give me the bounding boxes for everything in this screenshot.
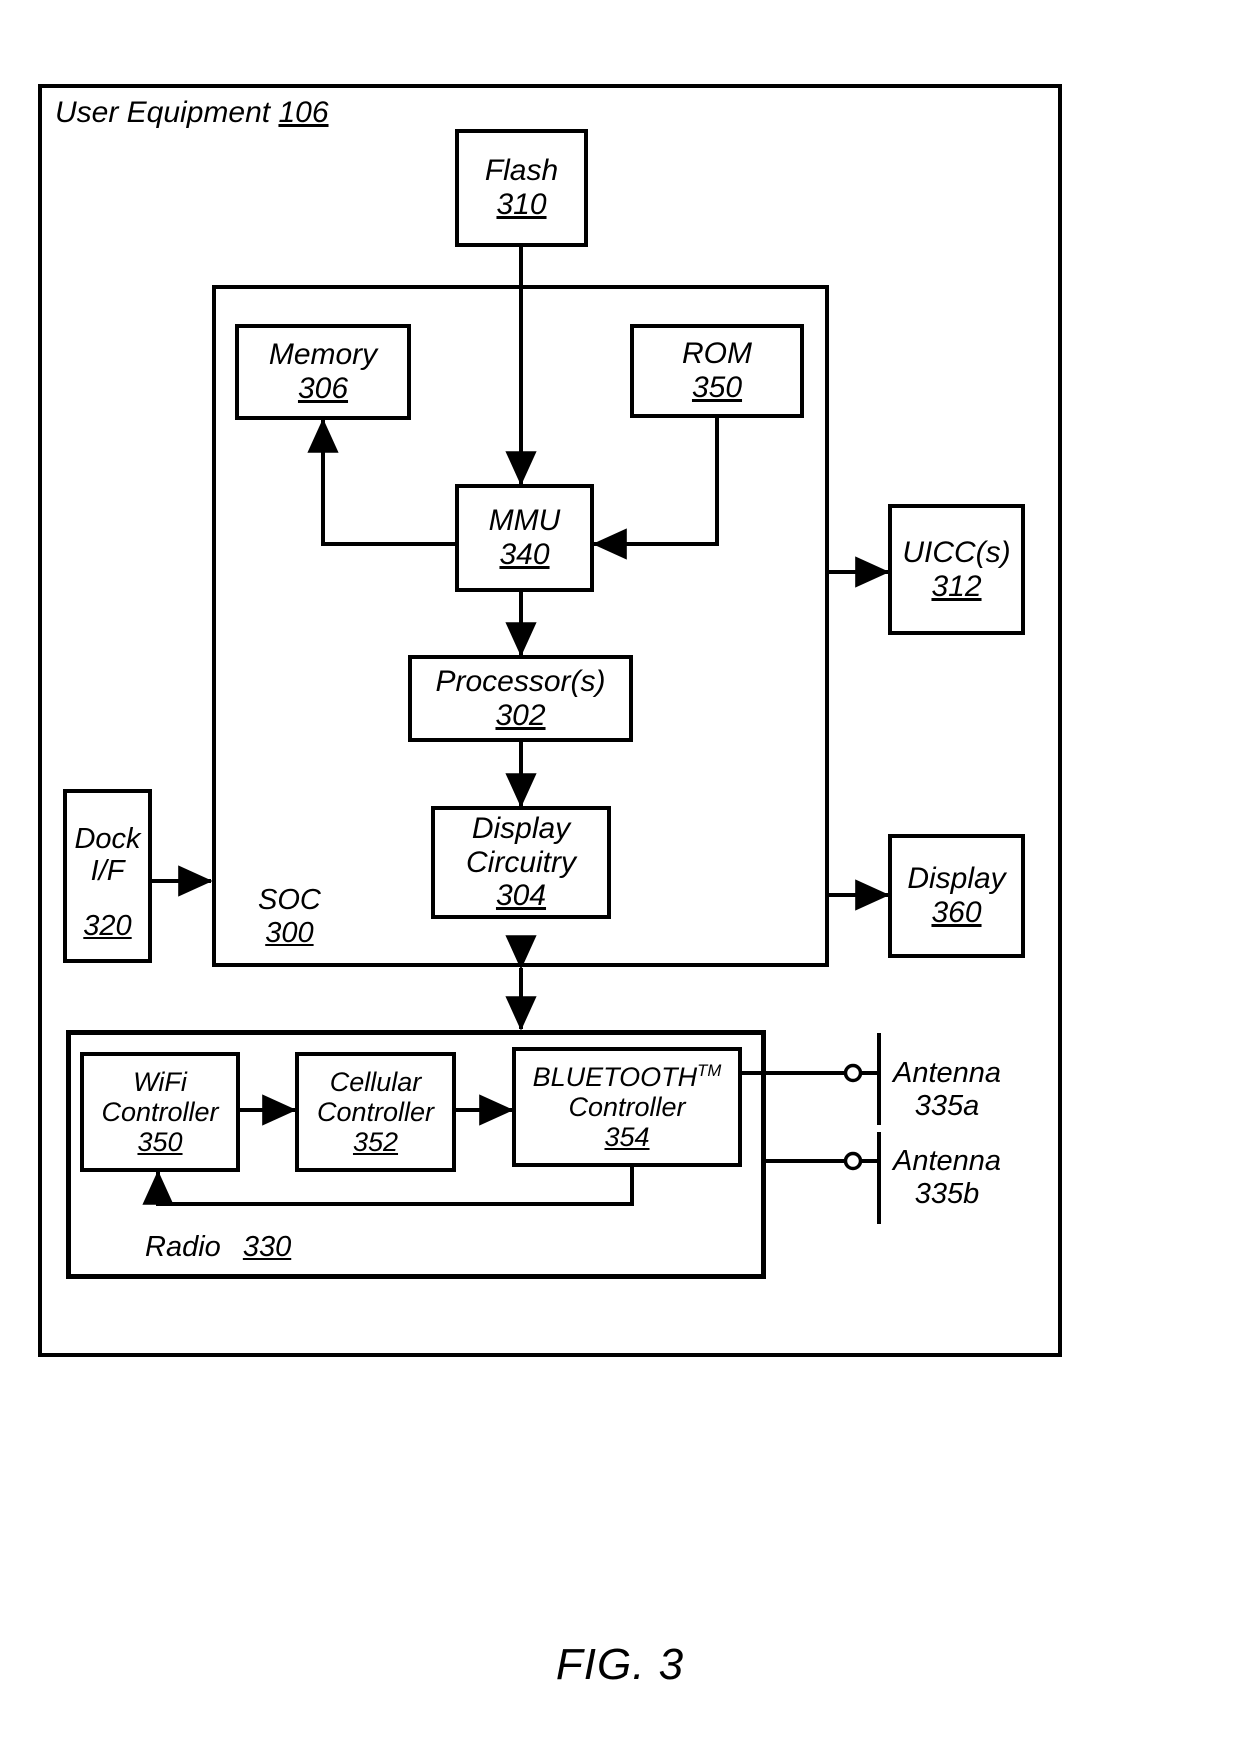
- memory-ref: 306: [297, 372, 349, 405]
- cellular-controller-label-line1: Cellular: [329, 1066, 422, 1097]
- antenna-335b-label: Antenna 335b: [893, 1145, 1001, 1212]
- radio-name: Radio: [145, 1231, 221, 1263]
- processor-ref: 302: [495, 698, 546, 732]
- display-circuitry-label-line2: Circuitry: [466, 845, 576, 879]
- block-uicc: UICC(s) 312: [888, 504, 1025, 635]
- bluetooth-controller-label-line1: BLUETOOTHTM: [532, 1060, 722, 1092]
- block-bluetooth-controller: BLUETOOTHTM Controller 354: [512, 1047, 742, 1167]
- wifi-controller-label-line2: Controller: [101, 1096, 219, 1127]
- dock-label-line1: Dock: [74, 823, 141, 855]
- patent-figure-page: User Equipment 106 SOC 300 Radio 330 Fla…: [0, 0, 1240, 1761]
- bluetooth-trademark-symbol: TM: [697, 1060, 722, 1080]
- user-equipment-ref: 106: [278, 96, 329, 129]
- dock-label-line2: I/F: [90, 855, 125, 888]
- antenna-335a-name: Antenna: [893, 1057, 1002, 1089]
- uicc-label: UICC(s): [902, 535, 1011, 569]
- dock-ref: 320: [83, 909, 132, 942]
- user-equipment-title: User Equipment 106: [55, 96, 329, 130]
- bluetooth-controller-name: BLUETOOTH: [532, 1061, 698, 1092]
- soc-ref: 300: [265, 917, 314, 950]
- mmu-ref: 340: [499, 538, 550, 571]
- processor-label: Processor(s): [435, 664, 606, 698]
- rom-label: ROM: [682, 337, 752, 371]
- antenna-335a-ref: 335a: [914, 1090, 980, 1123]
- antenna-335a-label: Antenna 335a: [893, 1057, 1001, 1124]
- bluetooth-controller-ref: 354: [604, 1122, 650, 1153]
- antenna-335b-ref: 335b: [914, 1178, 980, 1211]
- block-rom: ROM 350: [630, 324, 804, 418]
- figure-caption: FIG. 3: [555, 1640, 685, 1689]
- bluetooth-controller-label-line2: Controller: [568, 1091, 686, 1122]
- radio-ref: 330: [242, 1231, 292, 1263]
- block-flash: Flash 310: [455, 129, 588, 247]
- radio-label: Radio 330: [145, 1231, 291, 1264]
- memory-label: Memory: [268, 338, 378, 372]
- flash-label: Flash: [484, 154, 559, 188]
- block-memory: Memory 306: [235, 324, 411, 420]
- antenna-335b-name: Antenna: [893, 1145, 1002, 1177]
- block-wifi-controller: WiFi Controller 350: [80, 1052, 240, 1172]
- cellular-controller-ref: 352: [352, 1127, 399, 1158]
- display-circuitry-ref: 304: [495, 879, 547, 913]
- rom-ref: 350: [691, 371, 743, 404]
- uicc-ref: 312: [931, 569, 982, 603]
- wifi-controller-ref: 350: [137, 1127, 183, 1158]
- display-circuitry-label-line1: Display: [471, 812, 571, 846]
- block-display: Display 360: [888, 834, 1025, 958]
- block-display-circuitry: Display Circuitry 304: [431, 806, 611, 919]
- cellular-controller-label-line2: Controller: [316, 1096, 435, 1127]
- display-label: Display: [907, 862, 1006, 896]
- block-mmu: MMU 340: [455, 484, 594, 592]
- block-dock-if: Dock I/F 320: [63, 789, 152, 963]
- mmu-label: MMU: [488, 504, 561, 538]
- user-equipment-label: User Equipment: [55, 96, 271, 129]
- block-cellular-controller: Cellular Controller 352: [295, 1052, 456, 1172]
- wifi-controller-label-line1: WiFi: [133, 1066, 187, 1097]
- flash-ref: 310: [496, 188, 547, 221]
- block-processor: Processor(s) 302: [408, 655, 633, 742]
- soc-label: SOC 300: [258, 884, 321, 951]
- display-ref: 360: [931, 896, 982, 929]
- soc-name: SOC: [258, 884, 321, 916]
